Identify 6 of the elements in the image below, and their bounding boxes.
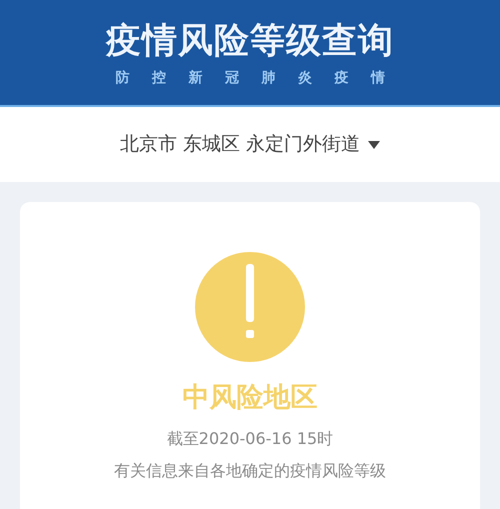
page-subtitle: 防控新冠肺炎疫情 xyxy=(115,71,408,85)
caret-icon xyxy=(368,140,380,148)
risk-level-label: 中风险地区 xyxy=(182,381,318,415)
page-title: 疫情风险等级查询 xyxy=(106,20,394,59)
source-note: 有关信息来自各地确定的疫情风险等级 xyxy=(114,460,386,482)
update-time: 截至2020-06-16 15时 xyxy=(166,428,334,450)
